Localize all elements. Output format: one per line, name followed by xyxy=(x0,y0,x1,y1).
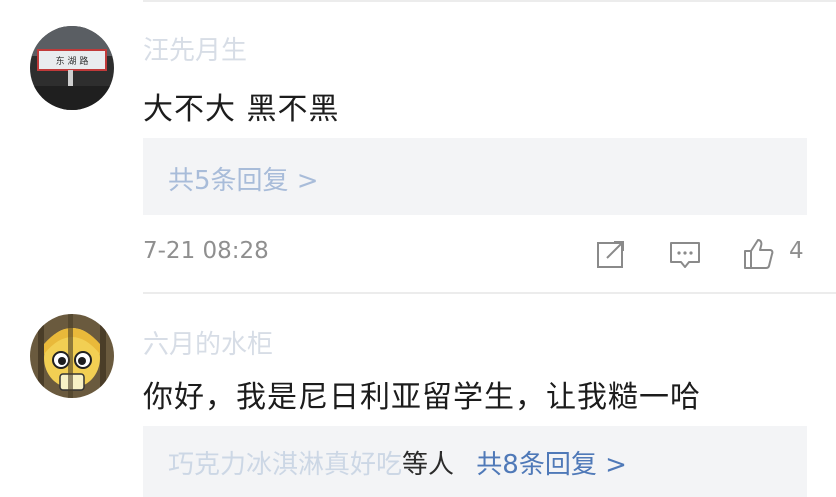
username[interactable]: 汪先月生 xyxy=(143,30,247,67)
comment-text: 大不大 黑不黑 xyxy=(143,92,340,127)
timestamp: 7-21 08:28 xyxy=(143,238,269,264)
avatar[interactable]: 东 湖 路 xyxy=(30,26,114,110)
thumbs-up-icon[interactable] xyxy=(741,236,777,272)
comment-meta: 7-21 08:28 4 xyxy=(143,236,836,276)
avatar-sign-text: 东 湖 路 xyxy=(56,55,89,67)
reply-preview-text: 等人 xyxy=(402,450,455,480)
replies-box[interactable]: 巧克力冰淇淋真好吃等人 共8条回复 > xyxy=(143,426,807,497)
share-icon[interactable] xyxy=(593,236,629,272)
reply-count-link[interactable]: 共5条回复 > xyxy=(168,160,319,197)
comment-icon[interactable] xyxy=(667,236,703,272)
avatar-cartoon-image xyxy=(30,314,114,398)
reply-preview-faded: 巧克力冰淇淋真好吃 xyxy=(168,450,403,480)
replies-box[interactable]: 共5条回复 > xyxy=(143,138,807,215)
comment-item: 六月的水柜 你好，我是尼日利亚留学生，让我糙一哈 巧克力冰淇淋真好吃等人 共8条… xyxy=(0,294,836,497)
reply-preview[interactable]: 巧克力冰淇淋真好吃等人 共8条回复 > xyxy=(168,444,627,481)
avatar-street-sign-image: 东 湖 路 xyxy=(30,26,114,110)
reply-count-link[interactable]: 共8条回复 > xyxy=(476,450,627,480)
avatar[interactable] xyxy=(30,314,114,398)
comment-item: 东 湖 路 汪先月生 大不大 黑不黑 共5条回复 > 7-21 08:28 4 xyxy=(0,0,836,292)
like-count: 4 xyxy=(789,238,804,264)
username[interactable]: 六月的水柜 xyxy=(143,324,273,361)
comment-text: 你好，我是尼日利亚留学生，让我糙一哈 xyxy=(143,380,701,415)
